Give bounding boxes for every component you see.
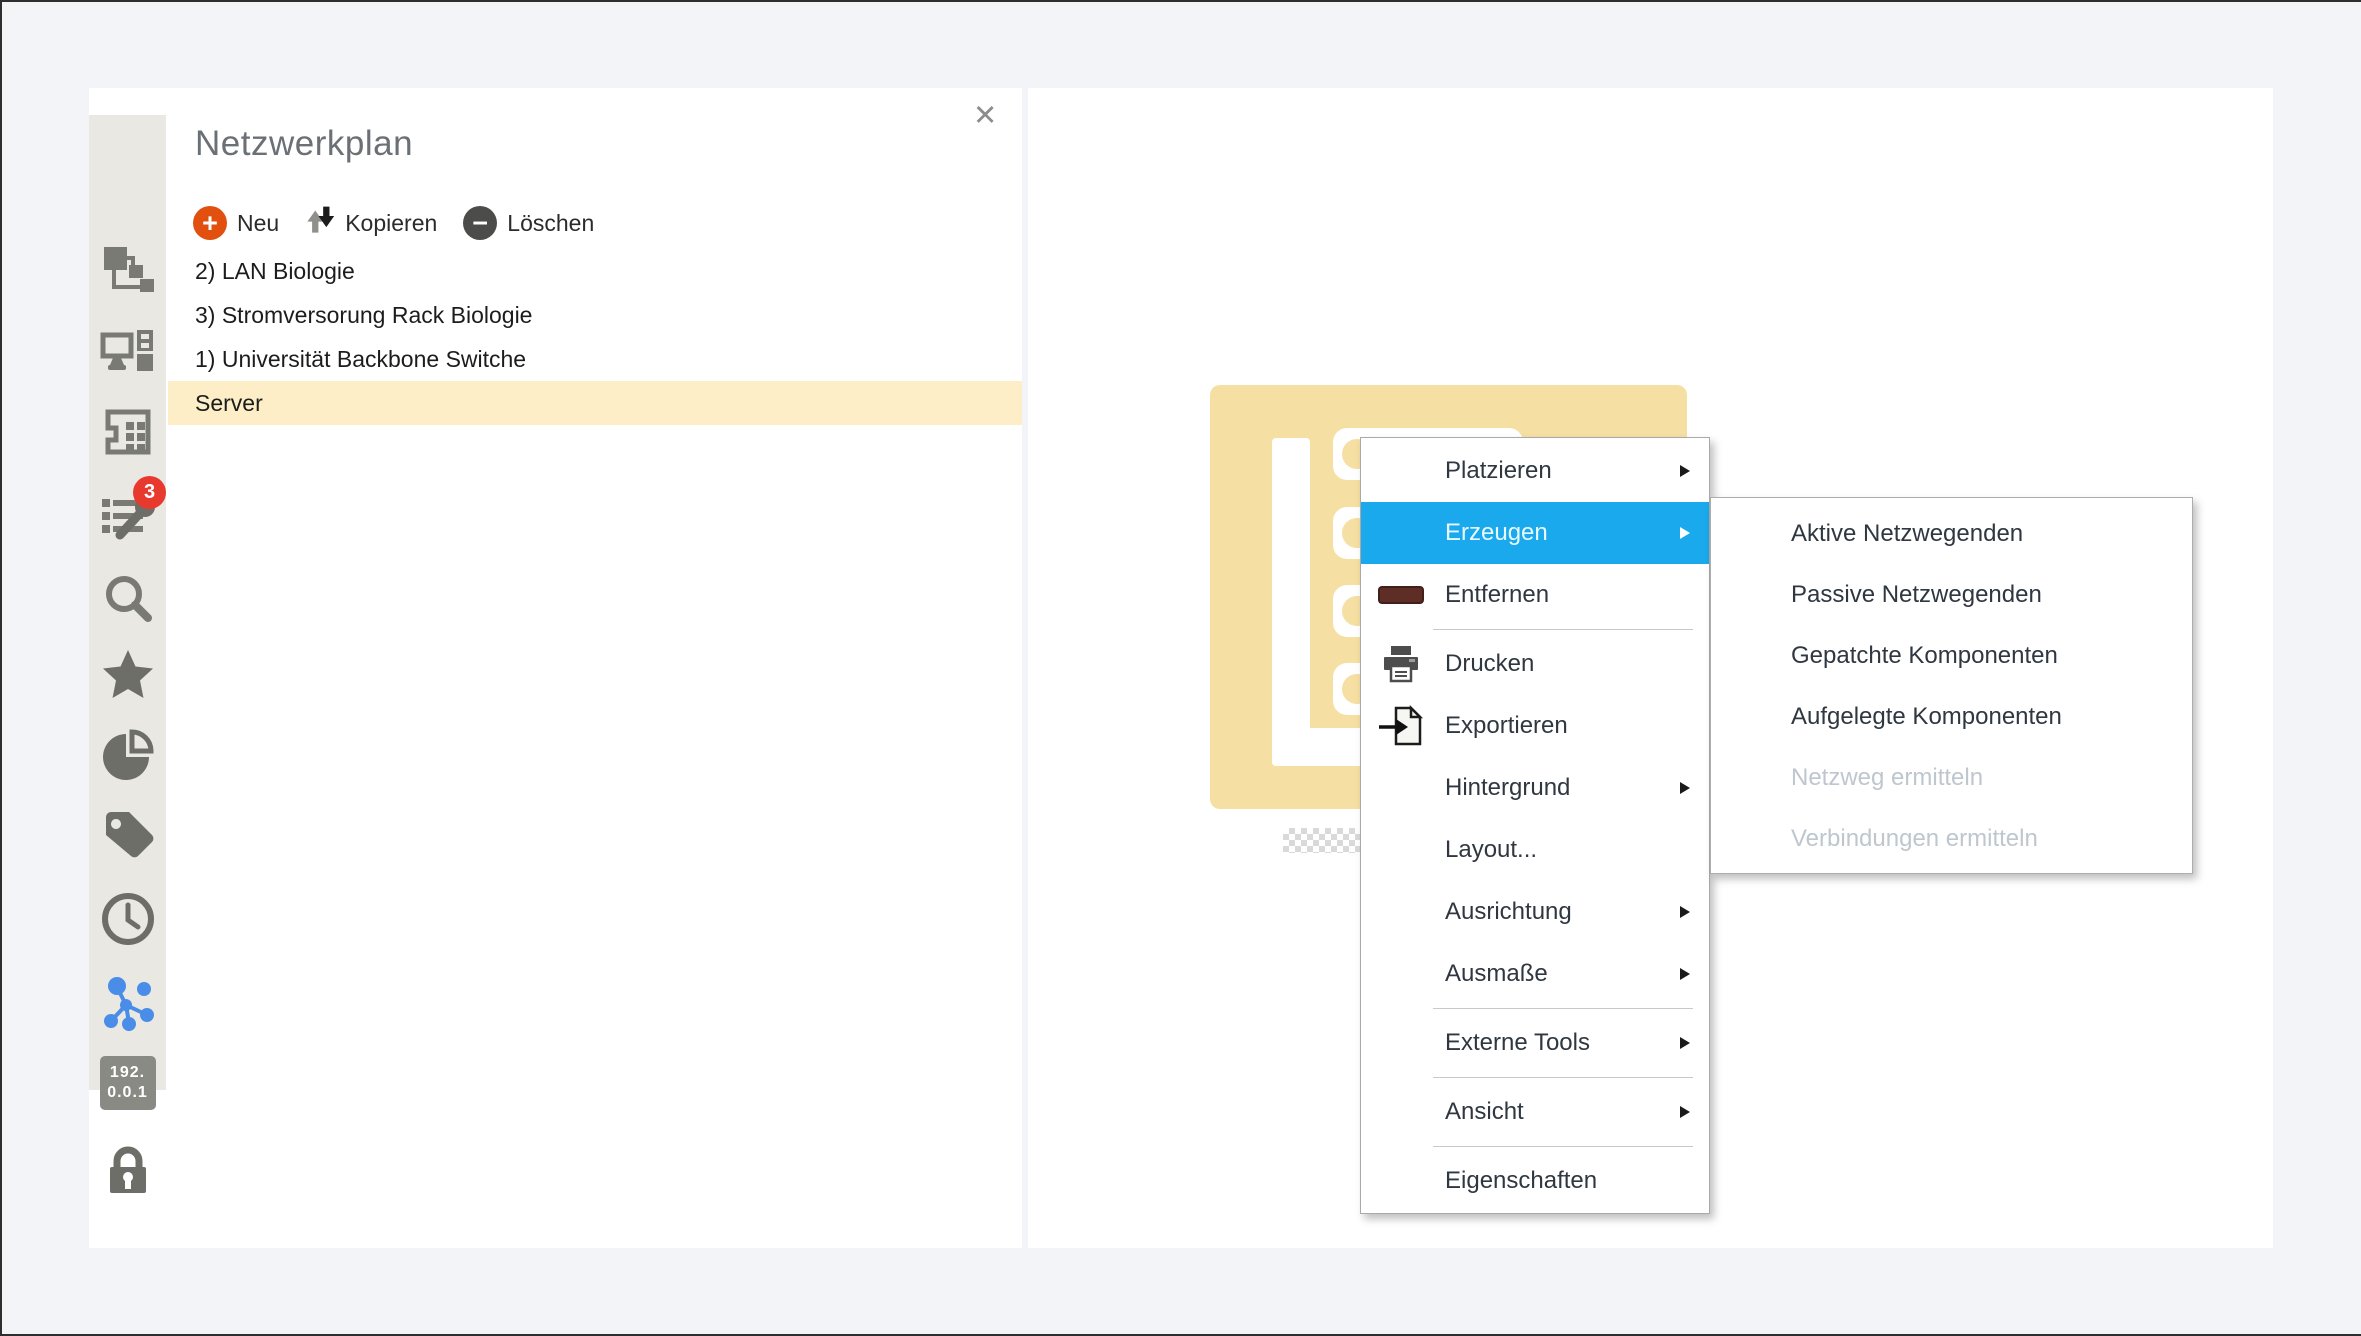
submenu-item-gepatchte-komponenten[interactable]: Gepatchte Komponenten <box>1711 625 2192 686</box>
delete-button-label: Löschen <box>507 210 594 237</box>
netzwerkplan-panel: 192. 0.0.1 3 Netzwerkplan ✕ + Neu <box>89 88 1022 1248</box>
floor-plan-icon[interactable] <box>100 404 156 460</box>
menu-item-drucken[interactable]: Drucken <box>1361 633 1709 695</box>
star-icon[interactable] <box>100 647 156 703</box>
network-graph-icon[interactable] <box>100 975 156 1031</box>
menu-item-erzeugen[interactable]: Erzeugen <box>1361 502 1709 564</box>
menu-item-externe-tools[interactable]: Externe Tools <box>1361 1012 1709 1074</box>
submenu-arrow-icon <box>1680 968 1690 980</box>
submenu-item-aktive-netzwegenden[interactable]: Aktive Netzwegenden <box>1711 503 2192 564</box>
export-icon <box>1373 705 1429 747</box>
copy-arrows-icon <box>305 202 335 244</box>
context-menu: Platzieren Erzeugen Entfernen Drucken <box>1360 437 1710 1214</box>
submenu-arrow-icon <box>1680 1037 1690 1049</box>
erzeugen-submenu: Aktive Netzwegenden Passive Netzwegenden… <box>1710 497 2193 874</box>
menu-item-eigenschaften[interactable]: Eigenschaften <box>1361 1150 1709 1212</box>
window-frame-left <box>0 0 2 1336</box>
menu-item-layout[interactable]: Layout... <box>1361 819 1709 881</box>
workstation-icon[interactable] <box>100 324 156 380</box>
network-plan-icon[interactable] <box>100 242 156 298</box>
menu-item-exportieren[interactable]: Exportieren <box>1361 695 1709 757</box>
new-button[interactable]: + Neu <box>193 206 279 240</box>
pie-chart-icon[interactable] <box>100 727 156 783</box>
submenu-item-netzweg-ermitteln: Netzweg ermitteln <box>1711 747 2192 808</box>
submenu-arrow-icon <box>1680 906 1690 918</box>
ip-address-icon[interactable]: 192. 0.0.1 <box>100 1055 156 1111</box>
delete-button[interactable]: − Löschen <box>463 206 594 240</box>
close-icon[interactable]: ✕ <box>973 102 997 131</box>
page-title: Netzwerkplan <box>195 124 413 164</box>
submenu-arrow-icon <box>1680 1106 1690 1118</box>
copy-button[interactable]: Kopieren <box>305 202 437 244</box>
sidebar: 192. 0.0.1 3 <box>89 115 166 1090</box>
menu-item-ausrichtung[interactable]: Ausrichtung <box>1361 881 1709 943</box>
menu-separator <box>1433 1146 1693 1147</box>
search-icon[interactable] <box>100 572 156 628</box>
lock-icon[interactable] <box>100 1142 156 1198</box>
minus-icon: − <box>463 206 497 240</box>
ip-line-2: 0.0.1 <box>107 1083 148 1103</box>
list-item-selected[interactable]: Server <box>168 381 1022 425</box>
server-shape-bracket <box>1272 438 1310 766</box>
submenu-item-aufgelegte-komponenten[interactable]: Aufgelegte Komponenten <box>1711 686 2192 747</box>
submenu-arrow-icon <box>1680 527 1690 539</box>
tag-icon[interactable] <box>100 807 156 863</box>
menu-item-entfernen[interactable]: Entfernen <box>1361 564 1709 626</box>
menu-item-ausmasse[interactable]: Ausmaße <box>1361 943 1709 1005</box>
notification-badge: 3 <box>133 476 166 509</box>
submenu-arrow-icon <box>1680 465 1690 477</box>
ip-line-1: 192. <box>110 1063 145 1083</box>
menu-item-ansicht[interactable]: Ansicht <box>1361 1081 1709 1143</box>
submenu-item-verbindungen-ermitteln: Verbindungen ermitteln <box>1711 808 2192 869</box>
window-frame-top <box>0 0 2361 2</box>
submenu-arrow-icon <box>1680 782 1690 794</box>
printer-icon <box>1373 643 1429 685</box>
menu-separator <box>1433 1008 1693 1009</box>
menu-separator <box>1433 1077 1693 1078</box>
submenu-item-passive-netzwegenden[interactable]: Passive Netzwegenden <box>1711 564 2192 625</box>
list-item[interactable]: 1) Universität Backbone Switche <box>168 337 1022 381</box>
network-plan-list: 2) LAN Biologie 3) Stromversorung Rack B… <box>168 249 1022 425</box>
menu-item-platzieren[interactable]: Platzieren <box>1361 440 1709 502</box>
selection-label-placeholder <box>1283 828 1361 853</box>
menu-separator <box>1433 629 1693 630</box>
panel-toolbar: + Neu Kopieren − Löschen <box>193 202 594 244</box>
menu-item-hintergrund[interactable]: Hintergrund <box>1361 757 1709 819</box>
list-item[interactable]: 3) Stromversorung Rack Biologie <box>168 293 1022 337</box>
new-button-label: Neu <box>237 210 279 237</box>
list-item[interactable]: 2) LAN Biologie <box>168 249 1022 293</box>
clock-icon[interactable] <box>100 891 156 947</box>
remove-icon <box>1373 586 1429 604</box>
plus-icon: + <box>193 206 227 240</box>
copy-button-label: Kopieren <box>345 210 437 237</box>
